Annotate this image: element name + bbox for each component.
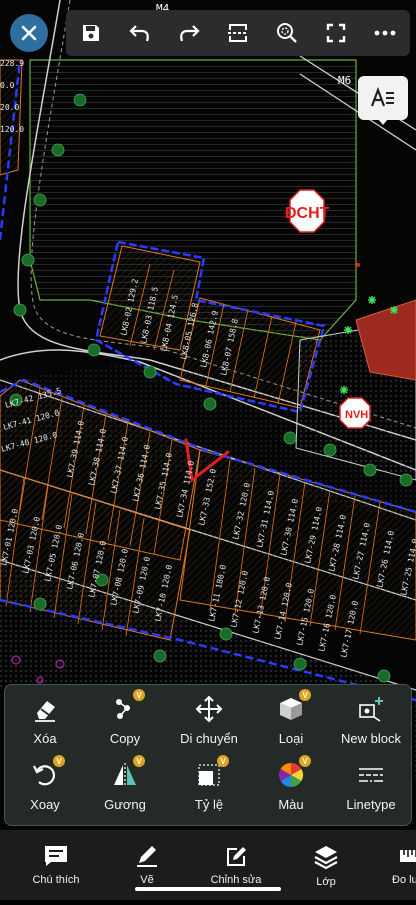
close-icon (21, 25, 37, 41)
move-tool[interactable]: Di chuyển (169, 693, 249, 753)
ruler-icon (400, 850, 416, 862)
tool-label: Linetype (346, 797, 396, 812)
tool-label: Xóa (33, 731, 57, 746)
nav-draw[interactable]: Vẽ (105, 844, 189, 886)
building-label-nvh: NVH (345, 409, 368, 421)
tool-label: Loại (278, 731, 304, 746)
pro-badge: V (133, 755, 145, 767)
type-tool[interactable]: V Loại (251, 689, 331, 753)
zoom-icon (277, 23, 297, 43)
home-indicator (135, 887, 281, 891)
nav-annotation[interactable]: Chú thích (14, 844, 98, 886)
tool-label: Xoay (30, 797, 60, 812)
edit-icon (227, 847, 246, 866)
nav-edit[interactable]: Chỉnh sửa (194, 844, 278, 886)
split-view-button[interactable] (218, 13, 258, 53)
comment-icon (45, 846, 67, 866)
rotate-tool[interactable]: V Xoay (5, 755, 85, 819)
building-label-dcht: ĐCHT (285, 205, 330, 222)
undo-icon (129, 25, 149, 42)
mirror-tool[interactable]: V Gương (85, 755, 165, 819)
tool-label: Gương (104, 797, 146, 812)
new-block-icon (359, 697, 383, 722)
pro-badge: V (133, 689, 145, 701)
save-icon (82, 25, 99, 41)
redo-button[interactable] (169, 13, 209, 53)
redo-icon (179, 25, 200, 42)
linetype-tool[interactable]: Linetype (331, 759, 411, 819)
nav-label: Đo lư (392, 874, 416, 886)
tool-label: New block (341, 731, 401, 746)
tool-label: Di chuyển (180, 731, 238, 746)
text-style-button[interactable] (358, 76, 408, 120)
plot-label: 0.0 (0, 81, 15, 90)
undo-button[interactable] (120, 13, 160, 53)
pencil-icon (137, 846, 157, 867)
pro-badge: V (299, 755, 311, 767)
copy-tool[interactable]: V Copy (85, 689, 165, 753)
layers-icon (314, 846, 338, 870)
pro-badge: V (299, 689, 311, 701)
new-block-tool[interactable]: New block (331, 693, 411, 753)
linetype-icon (359, 768, 383, 782)
close-button[interactable] (10, 14, 48, 52)
more-button[interactable] (365, 13, 405, 53)
tool-label: Màu (278, 797, 304, 812)
fullscreen-icon (327, 23, 346, 43)
nav-layers[interactable]: Lớp (284, 844, 368, 888)
save-button[interactable] (71, 13, 111, 53)
text-style-icon (370, 87, 394, 107)
road-label-m6: M6 (338, 74, 351, 87)
tool-label: Tỷ lệ (194, 797, 224, 812)
move-icon (195, 695, 223, 723)
pro-badge: V (217, 755, 229, 767)
plot-label: 228.9 (0, 59, 24, 68)
top-toolbar (66, 10, 410, 56)
fullscreen-button[interactable] (316, 13, 356, 53)
pro-badge: V (53, 755, 65, 767)
tool-label: Copy (109, 731, 141, 746)
split-icon (227, 24, 248, 42)
erase-tool[interactable]: Xóa (5, 693, 85, 753)
nav-label: Vẽ (140, 874, 154, 886)
eraser-icon (35, 701, 55, 722)
nav-measure[interactable]: Đo lư (374, 844, 416, 886)
plot-label: 120.0 (0, 125, 24, 134)
more-icon (375, 30, 396, 36)
nav-label: Lớp (316, 876, 336, 888)
zoom-button[interactable] (267, 13, 307, 53)
chevron-down-icon (378, 119, 388, 125)
scale-tool[interactable]: V Tỷ lệ (169, 755, 249, 819)
nav-label: Chỉnh sửa (210, 874, 262, 886)
color-tool[interactable]: V Màu (251, 755, 331, 819)
plot-label: 20.0 (0, 103, 19, 112)
edit-tools-panel: Xóa V Copy Di chuyển V Loại New block V … (4, 684, 412, 826)
nav-label: Chú thích (32, 874, 80, 886)
